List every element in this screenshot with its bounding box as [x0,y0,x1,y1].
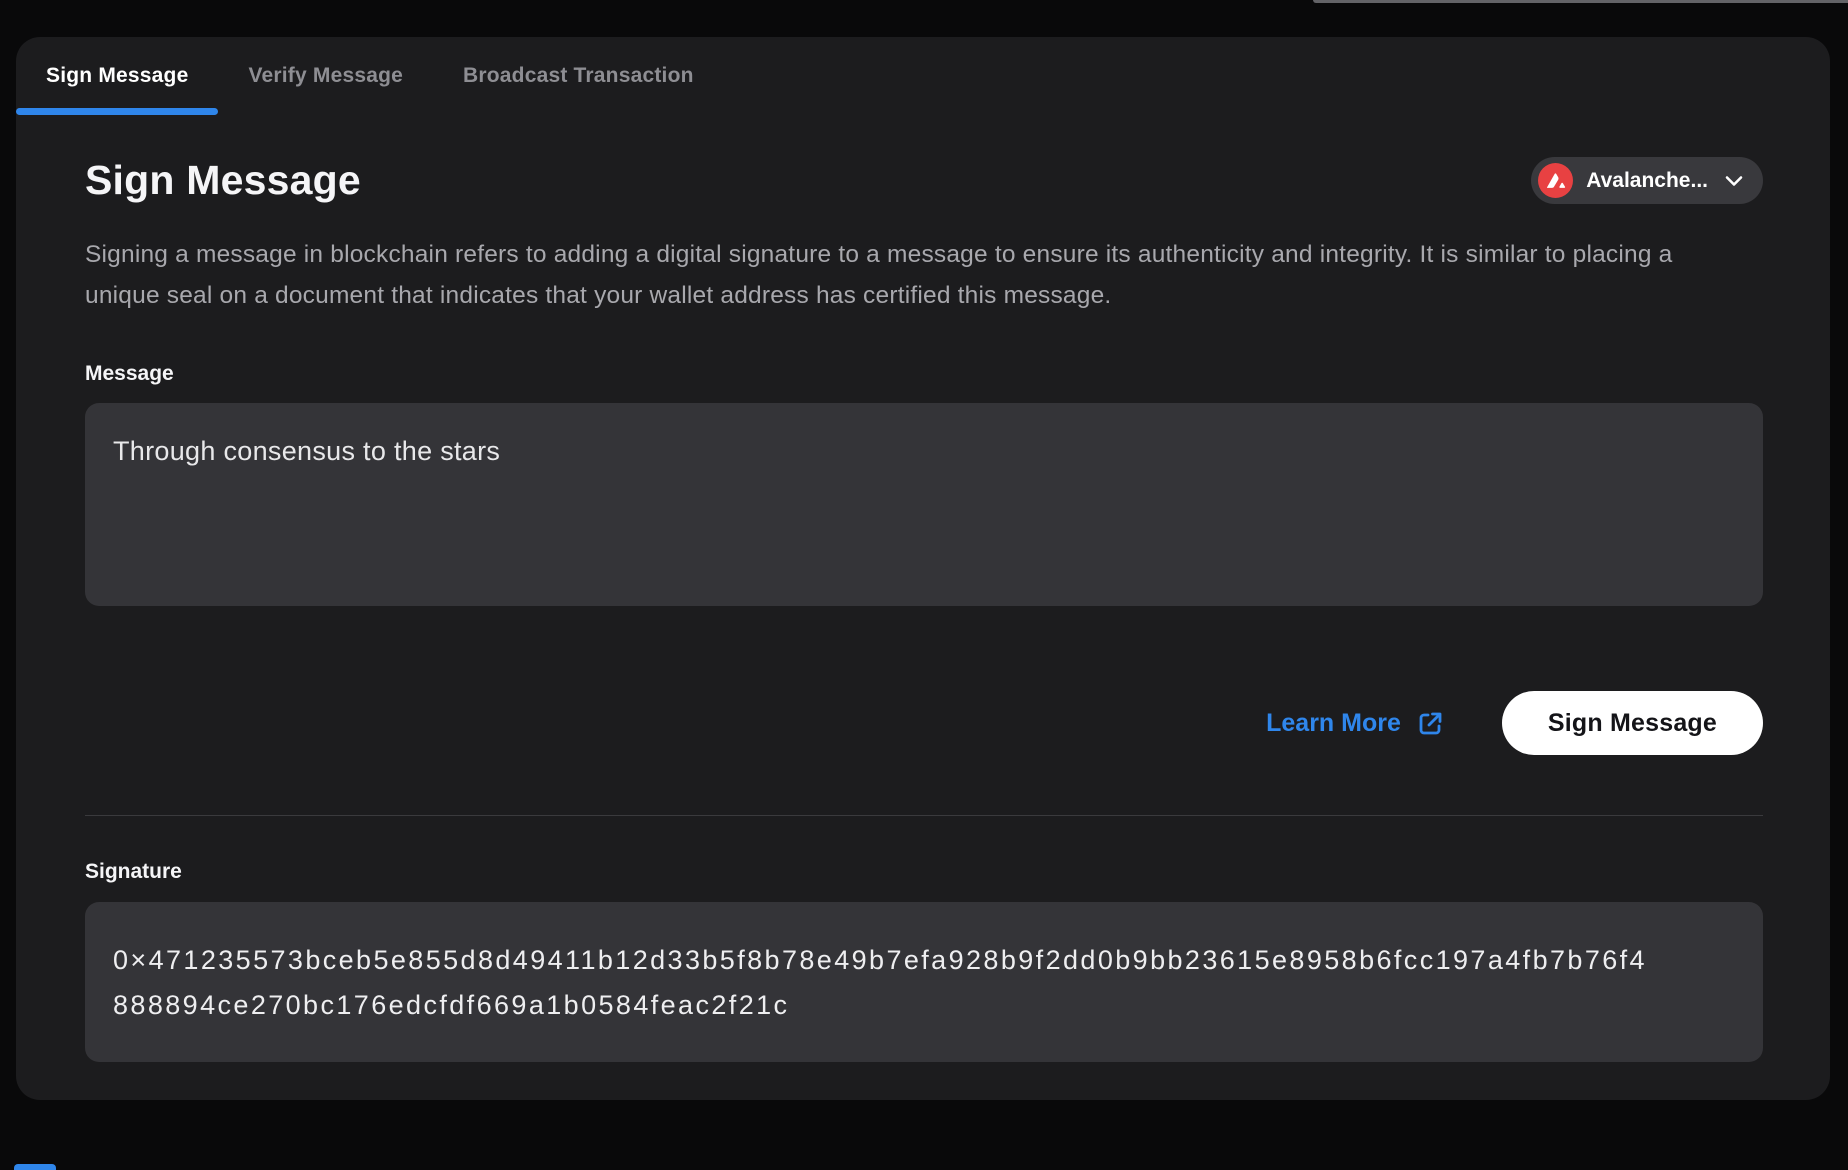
chevron-down-icon [1725,175,1743,187]
tab-label: Broadcast Transaction [463,64,694,88]
tab-bar: Sign Message Verify Message Broadcast Tr… [16,37,1830,115]
actions-row: Learn More Sign Message [85,691,1763,755]
learn-more-label: Learn More [1266,709,1401,738]
external-link-icon [1417,710,1444,737]
page-title: Sign Message [85,157,361,204]
sign-message-card: Sign Message Verify Message Broadcast Tr… [16,37,1830,1100]
tab-verify-message[interactable]: Verify Message [218,37,433,115]
page-description: Signing a message in blockchain refers t… [85,234,1717,316]
message-input[interactable]: Through consensus to the stars [85,403,1763,606]
offscreen-blue-indicator [14,1164,56,1170]
network-name: Avalanche... [1586,169,1708,193]
avalanche-logo-icon [1538,163,1573,198]
signature-output[interactable]: 0×471235573bceb5e855d8d49411b12d33b5f8b7… [85,902,1763,1062]
message-label: Message [85,362,1763,386]
section-divider [85,815,1763,816]
card-content: Sign Message Avalanche... Signing a mess… [16,115,1830,1062]
title-row: Sign Message Avalanche... [85,157,1763,204]
offscreen-popover-edge [1313,0,1848,3]
signature-value: 0×471235573bceb5e855d8d49411b12d33b5f8b7… [113,938,1658,1028]
network-selector[interactable]: Avalanche... [1531,157,1763,204]
sign-message-button[interactable]: Sign Message [1502,691,1763,755]
tab-label: Sign Message [46,64,188,88]
learn-more-link[interactable]: Learn More [1266,709,1444,738]
tab-broadcast-transaction[interactable]: Broadcast Transaction [433,37,724,115]
tab-sign-message[interactable]: Sign Message [16,37,218,115]
signature-label: Signature [85,860,1763,884]
tab-label: Verify Message [248,64,403,88]
active-tab-indicator [16,108,218,115]
